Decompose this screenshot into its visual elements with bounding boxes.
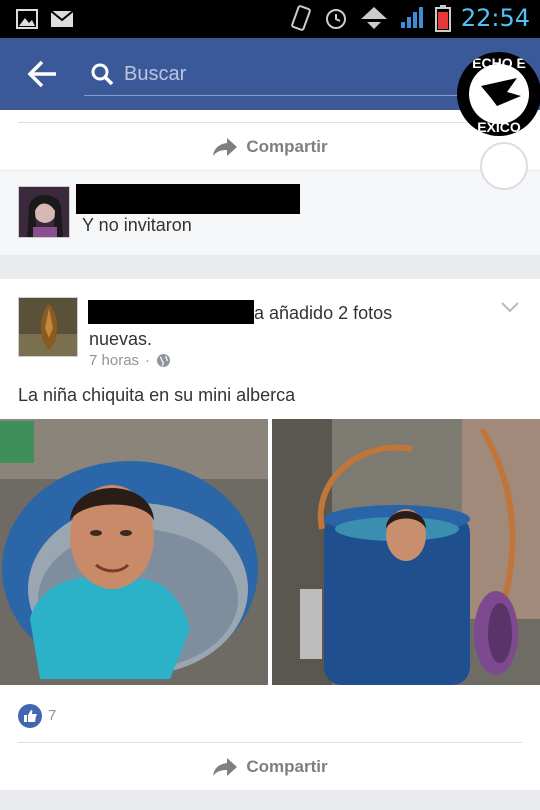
- chathead-top-text: ECHO E: [472, 55, 526, 71]
- post-caption: La niña chiquita en su mini alberca: [18, 385, 296, 405]
- chat-head-mexico[interactable]: ECHO E EXICO: [457, 52, 540, 136]
- post-card: a añadido 2 fotos nuevas. 7 horas · La n…: [0, 279, 540, 790]
- back-arrow-icon[interactable]: [26, 58, 60, 90]
- previous-post-card: Compartir: [0, 110, 540, 170]
- gallery-icon: [16, 9, 38, 29]
- share-arrow-icon: [213, 758, 238, 776]
- alarm-icon: [325, 9, 346, 29]
- mail-icon: [50, 10, 74, 27]
- battery-icon: [434, 5, 451, 32]
- share-label: Compartir: [246, 137, 328, 156]
- share-arrow-icon: [213, 138, 238, 156]
- chathead-bottom-text: EXICO: [477, 119, 521, 135]
- chat-head-empty[interactable]: [480, 142, 528, 190]
- share-label: Compartir: [246, 757, 328, 776]
- search-box[interactable]: [84, 54, 464, 96]
- post-header-line2: nuevas.: [89, 329, 153, 349]
- redacted-name: [76, 184, 300, 214]
- like-count[interactable]: 7: [48, 707, 56, 724]
- post-time[interactable]: 7 horas: [89, 352, 139, 369]
- post-photo-2[interactable]: [272, 419, 540, 685]
- data-transfer-icon: [360, 7, 387, 29]
- search-input[interactable]: [124, 56, 454, 92]
- post-header-suffix: a añadido 2 fotos: [254, 303, 393, 323]
- mexico-logo-icon: ECHO E EXICO: [469, 55, 529, 135]
- post-photo-1[interactable]: [0, 419, 268, 685]
- commenter-avatar[interactable]: [18, 186, 70, 238]
- signal-icon: [400, 7, 423, 28]
- status-bar: 22:54: [0, 0, 540, 38]
- globe-icon: [157, 354, 171, 367]
- share-button[interactable]: Compartir: [0, 122, 540, 172]
- redacted-poster-name: [88, 300, 254, 324]
- comment-card: Y no invitaron: [0, 171, 540, 255]
- post-meta: 7 horas ·: [89, 352, 171, 369]
- chevron-down-icon[interactable]: [500, 301, 520, 313]
- vibrate-icon: [290, 5, 311, 31]
- search-icon: [91, 63, 114, 86]
- meta-separator: ·: [145, 352, 151, 369]
- poster-avatar[interactable]: [18, 297, 78, 357]
- like-reaction-icon[interactable]: [18, 704, 42, 728]
- share-button-post[interactable]: Compartir: [0, 742, 540, 792]
- status-time: 22:54: [460, 4, 530, 32]
- comment-text: Y no invitaron: [82, 215, 192, 235]
